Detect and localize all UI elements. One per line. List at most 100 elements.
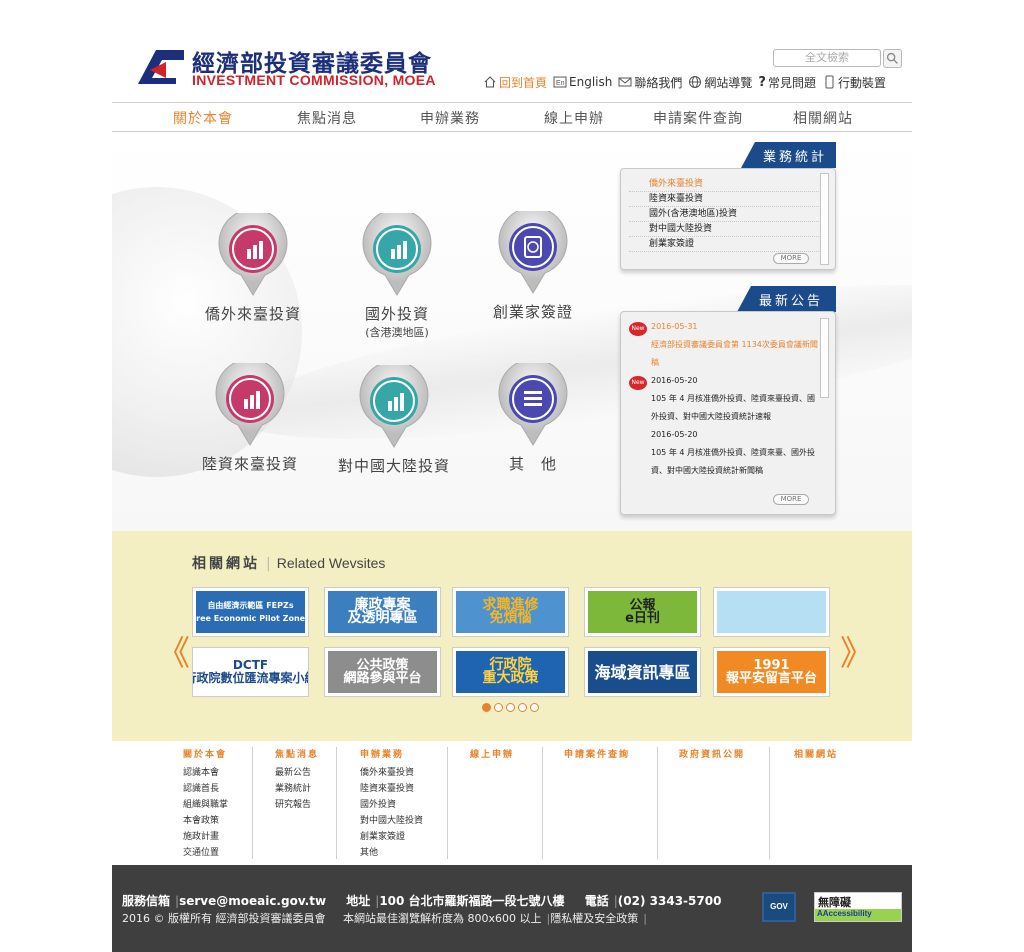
banner-gazette[interactable]: 公報 e日刊	[584, 587, 701, 637]
english-link[interactable]: En English	[553, 73, 612, 91]
a11y-badge-text: 無障礙	[818, 896, 851, 909]
sitemap-link[interactable]: 國外投資	[360, 797, 423, 813]
category-china-investment[interactable]: 對中國大陸投資	[319, 360, 469, 476]
stats-item[interactable]: 創業家簽證	[629, 237, 819, 252]
prev-arrow-button[interactable]: 《	[156, 626, 190, 675]
sitemap-heading[interactable]: 相關網站	[794, 747, 838, 760]
banner-job[interactable]: 求職進修 免煩惱	[452, 587, 569, 637]
resolution-note: 本網站最佳瀏覽解析度為 800x600 以上	[342, 912, 542, 925]
news-date: 2016-05-20	[651, 430, 698, 439]
en-icon: En	[553, 76, 567, 88]
category-label: 國外投資	[364, 305, 429, 323]
banner-fepz[interactable]: 自由經濟示範區 FEPZs Free Economic Pilot Zones	[192, 587, 309, 637]
stats-item[interactable]: 僑外來臺投資	[629, 177, 819, 192]
banner-public-policy[interactable]: 公共政策 網路參與平台	[324, 647, 441, 697]
banner-dctf[interactable]: DCTF 行政院數位匯流專案小組	[192, 647, 309, 697]
banner-integrity[interactable]: 廉政專案 及透明專區	[324, 587, 441, 637]
mail-link[interactable]: serve@moeaic.gov.tw	[179, 894, 326, 908]
home-link-label: 回到首頁	[499, 75, 548, 90]
sitemap-heading[interactable]: 申辦業務	[360, 747, 423, 760]
banner-1991[interactable]: 1991 報平安留言平台	[713, 647, 830, 697]
pin-icon	[359, 208, 435, 297]
sitemap-heading[interactable]: 政府資訊公開	[679, 747, 745, 760]
nav-services[interactable]: 申辦業務	[420, 108, 480, 128]
sitemap-link[interactable]: 最新公告	[275, 765, 319, 781]
accessibility-badge[interactable]: 無障礙 AAccessibility	[814, 892, 902, 922]
sitemap-link[interactable]: 組織與職掌	[183, 797, 228, 813]
category-label: 其 他	[508, 455, 557, 473]
sitemap-link[interactable]: 僑外來臺投資	[360, 765, 423, 781]
mobile-link[interactable]: 行動裝置	[822, 73, 886, 91]
pin-icon	[215, 208, 291, 297]
news-list: New 2016-05-31 經濟部投資審議委員會第 1134次委員會議新聞稿 …	[629, 318, 819, 480]
category-overseas-investment[interactable]: 國外投資 (含港澳地區)	[322, 208, 472, 340]
carousel-dot[interactable]	[482, 703, 491, 712]
news-more-button[interactable]: MORE	[773, 494, 809, 505]
banner-text: 海域資訊專區	[588, 651, 697, 693]
sitemap-link[interactable]: 交通位置	[183, 845, 228, 861]
search-input[interactable]: 全文檢索	[773, 49, 881, 67]
sitemap-link[interactable]: 施政計畫	[183, 829, 228, 845]
search-icon	[886, 52, 898, 64]
footer-contact-line: 服務信箱 |serve@moeaic.gov.tw 地址 |100 台北市羅斯福路一…	[122, 894, 722, 908]
news-item[interactable]: New 2016-05-31 經濟部投資審議委員會第 1134次委員會議新聞稿	[629, 318, 819, 372]
banner-kids[interactable]	[713, 587, 830, 637]
home-link[interactable]: 回到首頁	[483, 73, 547, 91]
nav-case-query[interactable]: 申請案件查詢	[653, 108, 743, 128]
sitemap-heading[interactable]: 焦點消息	[275, 747, 319, 760]
search-button[interactable]	[883, 49, 902, 68]
svg-text:En: En	[556, 80, 565, 87]
logo-mark-icon	[138, 50, 184, 84]
sitemap-heading[interactable]: 申請案件查詢	[564, 747, 630, 760]
banner-major-policy[interactable]: 行政院 重大政策	[452, 647, 569, 697]
sitemap-link[interactable]: 陸資來臺投資	[360, 781, 423, 797]
stats-item[interactable]: 國外(含港澳地區)投資	[629, 207, 819, 222]
category-entrepreneur-visa[interactable]: 創業家簽證	[458, 206, 608, 322]
banner-ocean[interactable]: 海域資訊專區	[584, 647, 701, 697]
sitemap-link[interactable]: 業務統計	[275, 781, 319, 797]
next-arrow-button[interactable]: 》	[840, 626, 874, 675]
nav-about[interactable]: 關於本會	[173, 108, 233, 128]
news-scrollbar[interactable]	[820, 318, 829, 398]
carousel-dot[interactable]	[518, 703, 527, 712]
category-other[interactable]: 其 他	[458, 358, 608, 474]
sitemap-link[interactable]: 認識本會	[183, 765, 228, 781]
address: 100 台北市羅斯福路一段七號八樓	[379, 894, 565, 908]
faq-link[interactable]: ? 常見問題	[758, 73, 816, 91]
news-item[interactable]: New 2016-05-20 105 年 4 月核准僑外投資、陸資來臺投資、國外…	[629, 372, 819, 426]
contact-link[interactable]: 聯絡我們	[618, 73, 682, 91]
page: 經濟部投資審議委員會 INVESTMENT COMMISSION, MOEA 全…	[0, 0, 1024, 952]
sitemap-divider	[336, 747, 337, 859]
stats-more-button[interactable]: MORE	[773, 253, 809, 264]
sitemap-heading[interactable]: 關於本會	[183, 747, 228, 760]
carousel-dot[interactable]	[530, 703, 539, 712]
sitemap-link[interactable]: 網站導覽	[688, 73, 752, 91]
gov-badge[interactable]: GOV	[762, 892, 796, 922]
stats-item[interactable]: 對中國大陸投資	[629, 222, 819, 237]
site-logo[interactable]: 經濟部投資審議委員會 INVESTMENT COMMISSION, MOEA	[136, 46, 466, 90]
sitemap-link[interactable]: 認識首長	[183, 781, 228, 797]
category-foreign-investment[interactable]: 僑外來臺投資	[178, 208, 328, 324]
sitemap-link[interactable]: 創業家簽證	[360, 829, 423, 845]
related-title-cn: 相關網站	[192, 556, 260, 572]
carousel-dot[interactable]	[494, 703, 503, 712]
news-item[interactable]: 2016-05-20 105 年 4 月核准僑外投資、陸資來臺、國外投資、對中國…	[629, 426, 819, 480]
sitemap-link[interactable]: 對中國大陸投資	[360, 813, 423, 829]
banner-text: DCTF 行政院數位匯流專案小組	[193, 651, 308, 693]
nav-related[interactable]: 相關網站	[793, 108, 853, 128]
privacy-link[interactable]: 隱私權及安全政策	[550, 912, 638, 925]
sitemap-link[interactable]: 本會政策	[183, 813, 228, 829]
stats-item[interactable]: 陸資來臺投資	[629, 192, 819, 207]
nav-online[interactable]: 線上申辦	[544, 108, 604, 128]
stats-panel-tab: 業務統計	[741, 142, 836, 168]
carousel-dots	[482, 703, 539, 712]
sitemap-heading[interactable]: 線上申辦	[470, 747, 514, 760]
nav-news[interactable]: 焦點消息	[297, 108, 357, 128]
sitemap-link[interactable]: 研究報告	[275, 797, 319, 813]
category-mainland-investment[interactable]: 陸資來臺投資	[175, 358, 325, 474]
footer-sitemap: 關於本會 認識本會 認識首長 組織與職掌 本會政策 施政計畫 交通位置 焦點消息…	[112, 741, 912, 865]
sitemap-link[interactable]: 其他	[360, 845, 423, 861]
sitemap-divider	[447, 747, 448, 859]
stats-scrollbar[interactable]	[820, 173, 829, 265]
carousel-dot[interactable]	[506, 703, 515, 712]
